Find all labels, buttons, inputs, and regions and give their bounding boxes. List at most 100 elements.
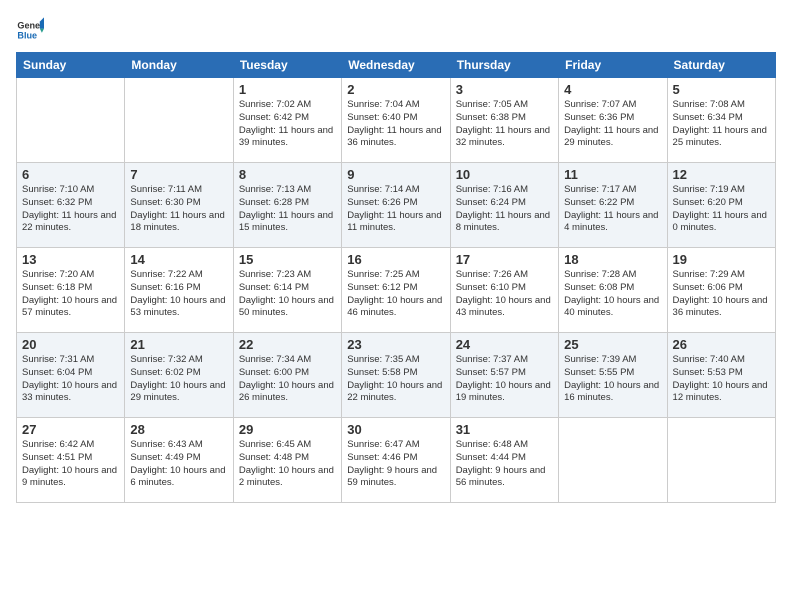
weekday-header-thursday: Thursday: [450, 53, 558, 78]
day-cell: 17 Sunrise: 7:26 AM Sunset: 6:10 PM Dayli…: [450, 248, 558, 333]
day-number: 14: [130, 252, 227, 267]
day-number: 8: [239, 167, 336, 182]
day-cell: 28 Sunrise: 6:43 AM Sunset: 4:49 PM Dayli…: [125, 418, 233, 503]
day-cell: [125, 78, 233, 163]
day-cell: 18Sunrise: 7:28 AM Sunset: 6:08 PM Dayli…: [559, 248, 667, 333]
day-cell: 5Sunrise: 7:08 AM Sunset: 6:34 PM Daylig…: [667, 78, 775, 163]
day-cell: [17, 78, 125, 163]
day-info: Sunrise: 7:22 AM Sunset: 6:16 PM Dayligh…: [130, 269, 227, 320]
day-number: 9: [347, 167, 444, 182]
day-cell: 21 Sunrise: 7:32 AM Sunset: 6:02 PM Dayli…: [125, 333, 233, 418]
weekday-header-sunday: Sunday: [17, 53, 125, 78]
svg-text:Blue: Blue: [17, 30, 37, 40]
day-info: Sunrise: 7:34 AM Sunset: 6:00 PM Dayligh…: [239, 354, 336, 405]
day-cell: 23 Sunrise: 7:35 AM Sunset: 5:58 PM Dayli…: [342, 333, 450, 418]
day-info: Sunrise: 7:40 AM Sunset: 5:53 PM Dayligh…: [673, 354, 770, 405]
day-cell: 25Sunrise: 7:39 AM Sunset: 5:55 PM Dayli…: [559, 333, 667, 418]
day-cell: 26 Sunrise: 7:40 AM Sunset: 5:53 PM Dayli…: [667, 333, 775, 418]
day-info: Sunrise: 7:20 AM Sunset: 6:18 PM Dayligh…: [22, 269, 119, 320]
day-cell: 11Sunrise: 7:17 AM Sunset: 6:22 PM Dayli…: [559, 163, 667, 248]
day-cell: 19 Sunrise: 7:29 AM Sunset: 6:06 PM Dayli…: [667, 248, 775, 333]
day-number: 10: [456, 167, 553, 182]
day-number: 31: [456, 422, 553, 437]
day-info: Sunrise: 7:11 AM Sunset: 6:30 PM Dayligh…: [130, 184, 227, 235]
day-info: Sunrise: 6:45 AM Sunset: 4:48 PM Dayligh…: [239, 439, 336, 490]
day-cell: 22 Sunrise: 7:34 AM Sunset: 6:00 PM Dayli…: [233, 333, 341, 418]
day-info: Sunrise: 7:26 AM Sunset: 6:10 PM Dayligh…: [456, 269, 553, 320]
day-number: 23: [347, 337, 444, 352]
week-row-2: 6Sunrise: 7:10 AM Sunset: 6:32 PM Daylig…: [17, 163, 776, 248]
header: General Blue: [16, 16, 776, 44]
day-info: Sunrise: 7:04 AM Sunset: 6:40 PM Dayligh…: [347, 99, 444, 150]
day-info: Sunrise: 7:13 AM Sunset: 6:28 PM Dayligh…: [239, 184, 336, 235]
day-number: 18: [564, 252, 661, 267]
day-info: Sunrise: 6:48 AM Sunset: 4:44 PM Dayligh…: [456, 439, 553, 490]
day-cell: [667, 418, 775, 503]
day-info: Sunrise: 6:43 AM Sunset: 4:49 PM Dayligh…: [130, 439, 227, 490]
day-number: 17: [456, 252, 553, 267]
day-number: 4: [564, 82, 661, 97]
weekday-header-friday: Friday: [559, 53, 667, 78]
day-info: Sunrise: 7:02 AM Sunset: 6:42 PM Dayligh…: [239, 99, 336, 150]
logo: General Blue: [16, 16, 44, 44]
day-cell: 6Sunrise: 7:10 AM Sunset: 6:32 PM Daylig…: [17, 163, 125, 248]
day-number: 27: [22, 422, 119, 437]
day-info: Sunrise: 7:31 AM Sunset: 6:04 PM Dayligh…: [22, 354, 119, 405]
calendar-body: 1 Sunrise: 7:02 AM Sunset: 6:42 PM Daylig…: [17, 78, 776, 503]
day-number: 11: [564, 167, 661, 182]
week-row-1: 1 Sunrise: 7:02 AM Sunset: 6:42 PM Daylig…: [17, 78, 776, 163]
day-cell: 20 Sunrise: 7:31 AM Sunset: 6:04 PM Dayli…: [17, 333, 125, 418]
day-number: 21: [130, 337, 227, 352]
day-number: 15: [239, 252, 336, 267]
day-info: Sunrise: 7:19 AM Sunset: 6:20 PM Dayligh…: [673, 184, 770, 235]
day-cell: 9 Sunrise: 7:14 AM Sunset: 6:26 PM Daylig…: [342, 163, 450, 248]
calendar: SundayMondayTuesdayWednesdayThursdayFrid…: [16, 52, 776, 503]
week-row-5: 27 Sunrise: 6:42 AM Sunset: 4:51 PM Dayli…: [17, 418, 776, 503]
day-number: 1: [239, 82, 336, 97]
day-info: Sunrise: 7:07 AM Sunset: 6:36 PM Dayligh…: [564, 99, 661, 150]
day-number: 19: [673, 252, 770, 267]
day-number: 22: [239, 337, 336, 352]
day-number: 20: [22, 337, 119, 352]
day-info: Sunrise: 6:42 AM Sunset: 4:51 PM Dayligh…: [22, 439, 119, 490]
day-info: Sunrise: 7:32 AM Sunset: 6:02 PM Dayligh…: [130, 354, 227, 405]
day-cell: 8 Sunrise: 7:13 AM Sunset: 6:28 PM Daylig…: [233, 163, 341, 248]
week-row-4: 20 Sunrise: 7:31 AM Sunset: 6:04 PM Dayli…: [17, 333, 776, 418]
day-cell: 14 Sunrise: 7:22 AM Sunset: 6:16 PM Dayli…: [125, 248, 233, 333]
day-info: Sunrise: 7:37 AM Sunset: 5:57 PM Dayligh…: [456, 354, 553, 405]
day-info: Sunrise: 7:35 AM Sunset: 5:58 PM Dayligh…: [347, 354, 444, 405]
day-number: 12: [673, 167, 770, 182]
day-number: 3: [456, 82, 553, 97]
day-cell: 10 Sunrise: 7:16 AM Sunset: 6:24 PM Dayli…: [450, 163, 558, 248]
day-info: Sunrise: 7:23 AM Sunset: 6:14 PM Dayligh…: [239, 269, 336, 320]
logo-icon: General Blue: [16, 16, 44, 44]
day-cell: 16Sunrise: 7:25 AM Sunset: 6:12 PM Dayli…: [342, 248, 450, 333]
day-cell: 30 Sunrise: 6:47 AM Sunset: 4:46 PM Dayli…: [342, 418, 450, 503]
day-info: Sunrise: 6:47 AM Sunset: 4:46 PM Dayligh…: [347, 439, 444, 490]
day-number: 29: [239, 422, 336, 437]
day-cell: 15 Sunrise: 7:23 AM Sunset: 6:14 PM Dayli…: [233, 248, 341, 333]
weekday-header-monday: Monday: [125, 53, 233, 78]
day-number: 28: [130, 422, 227, 437]
day-cell: 4 Sunrise: 7:07 AM Sunset: 6:36 PM Daylig…: [559, 78, 667, 163]
day-number: 2: [347, 82, 444, 97]
day-info: Sunrise: 7:29 AM Sunset: 6:06 PM Dayligh…: [673, 269, 770, 320]
week-row-3: 13Sunrise: 7:20 AM Sunset: 6:18 PM Dayli…: [17, 248, 776, 333]
weekday-header-saturday: Saturday: [667, 53, 775, 78]
weekday-header-wednesday: Wednesday: [342, 53, 450, 78]
day-cell: 1 Sunrise: 7:02 AM Sunset: 6:42 PM Daylig…: [233, 78, 341, 163]
day-cell: 29 Sunrise: 6:45 AM Sunset: 4:48 PM Dayli…: [233, 418, 341, 503]
day-info: Sunrise: 7:14 AM Sunset: 6:26 PM Dayligh…: [347, 184, 444, 235]
day-number: 26: [673, 337, 770, 352]
day-cell: 27 Sunrise: 6:42 AM Sunset: 4:51 PM Dayli…: [17, 418, 125, 503]
day-number: 5: [673, 82, 770, 97]
weekday-header-tuesday: Tuesday: [233, 53, 341, 78]
day-number: 16: [347, 252, 444, 267]
day-cell: 12 Sunrise: 7:19 AM Sunset: 6:20 PM Dayli…: [667, 163, 775, 248]
day-number: 30: [347, 422, 444, 437]
day-cell: 7 Sunrise: 7:11 AM Sunset: 6:30 PM Daylig…: [125, 163, 233, 248]
day-cell: 3Sunrise: 7:05 AM Sunset: 6:38 PM Daylig…: [450, 78, 558, 163]
day-number: 7: [130, 167, 227, 182]
day-cell: 24Sunrise: 7:37 AM Sunset: 5:57 PM Dayli…: [450, 333, 558, 418]
day-info: Sunrise: 7:16 AM Sunset: 6:24 PM Dayligh…: [456, 184, 553, 235]
